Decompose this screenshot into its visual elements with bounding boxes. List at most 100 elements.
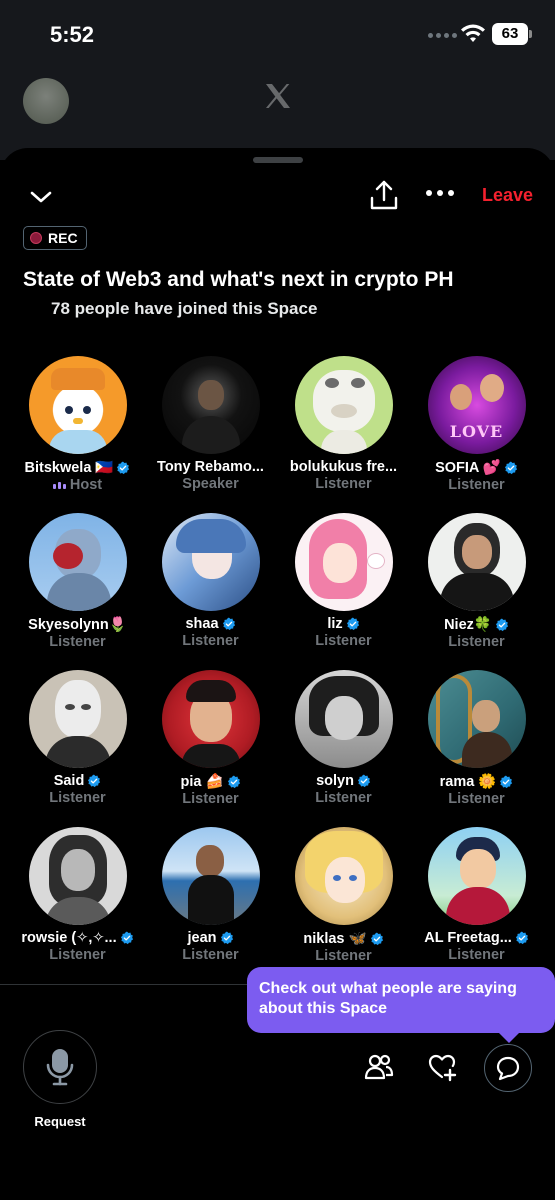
participant-tile[interactable]: LOVE SOFIA 💕 Listener	[410, 356, 543, 493]
avatar	[294, 670, 393, 768]
participant-name: liz	[327, 616, 343, 632]
participant-tile[interactable]: pia 🍰 Listener	[144, 670, 277, 807]
avatar	[161, 670, 260, 768]
verified-icon	[515, 931, 528, 945]
verified-icon	[500, 775, 513, 788]
participant-tile[interactable]: rama 🌼 Listener	[410, 670, 543, 807]
participant-name: Tony Rebamo...	[157, 459, 264, 475]
leave-button[interactable]: Leave	[482, 185, 533, 206]
rec-badge: REC	[23, 226, 87, 250]
heart-plus-icon[interactable]	[420, 1045, 464, 1089]
participant-tile[interactable]: Bitskwela 🇵🇭 Host	[11, 356, 144, 493]
avatar	[28, 356, 127, 454]
participant-role: Host	[69, 477, 103, 493]
participant-tile[interactable]: Tony Rebamo... Speaker	[144, 356, 277, 492]
status-bar: 5:52 63	[0, 0, 555, 70]
verified-icon	[370, 932, 383, 945]
sheet-grabber[interactable]	[253, 157, 303, 163]
record-icon	[30, 232, 42, 244]
avatar	[427, 827, 526, 925]
avatar	[161, 827, 260, 925]
verified-icon	[357, 774, 371, 788]
participant-role: Listener	[448, 477, 505, 493]
avatar	[23, 78, 69, 124]
participant-role: Listener	[49, 634, 106, 650]
verified-icon	[220, 931, 233, 945]
participant-name: Bitskwela 🇵🇭	[24, 460, 114, 476]
avatar	[28, 513, 127, 611]
participant-tile[interactable]: solyn Listener	[277, 670, 410, 806]
avatar	[28, 670, 127, 768]
participant-tile[interactable]: liz Listener	[277, 513, 410, 649]
microphone-icon	[46, 1049, 74, 1086]
avatar	[294, 513, 393, 611]
verified-icon	[504, 461, 517, 474]
avatar	[294, 827, 393, 925]
rec-label: REC	[48, 230, 78, 246]
participant-tile[interactable]: Niez🍀 Listener	[410, 513, 543, 650]
participant-role: Listener	[182, 633, 239, 649]
participant-tile[interactable]: Skyesolynn🌷 Listener	[11, 513, 144, 650]
chat-tooltip[interactable]: Check out what people are saying about t…	[247, 967, 555, 1043]
host-icon	[52, 481, 66, 489]
participant-tile[interactable]: shaa Listener	[144, 513, 277, 649]
participant-role: Listener	[448, 791, 505, 807]
x-logo-icon	[266, 84, 290, 108]
verified-icon	[346, 617, 359, 631]
more-icon[interactable]	[426, 190, 454, 196]
participant-role: Listener	[182, 791, 239, 807]
avatar	[427, 513, 526, 611]
participant-name: rowsie (✧,✧...	[21, 930, 117, 946]
participant-role: Listener	[49, 790, 106, 806]
people-icon[interactable]	[357, 1045, 401, 1089]
battery-indicator: 63	[492, 23, 532, 45]
participant-tile[interactable]: niklas 🦋 Listener	[277, 827, 410, 964]
share-icon[interactable]	[366, 178, 402, 214]
chat-button[interactable]	[484, 1044, 532, 1092]
participant-name: shaa	[185, 616, 219, 632]
participant-name: rama 🌼	[439, 774, 497, 790]
participant-name: AL Freetag...	[424, 930, 512, 946]
participant-tile[interactable]: rowsie (✧,✧... Listener	[11, 827, 144, 963]
avatar	[161, 513, 260, 611]
participant-tile[interactable]: jean Listener	[144, 827, 277, 963]
avatar	[161, 356, 260, 454]
participant-role: Listener	[315, 476, 372, 492]
avatar	[427, 670, 526, 768]
space-title: State of Web3 and what's next in crypto …	[23, 268, 454, 291]
space-sheet: Leave REC State of Web3 and what's next …	[0, 148, 555, 1200]
signal-icon	[428, 33, 457, 38]
participant-role: Listener	[315, 633, 372, 649]
participant-name: Niez🍀	[444, 617, 492, 633]
participant-role: Listener	[315, 790, 372, 806]
participant-name: pia 🍰	[180, 774, 224, 790]
participant-tile[interactable]: bolukukus fre... Listener	[277, 356, 410, 492]
participant-name: SOFIA 💕	[435, 460, 501, 476]
verified-icon	[227, 775, 240, 788]
participant-role: Listener	[315, 948, 372, 964]
participant-role: Listener	[448, 947, 505, 963]
background-header	[0, 70, 555, 160]
participant-name: Skyesolynn🌷	[28, 617, 127, 633]
chat-icon	[496, 1056, 520, 1081]
joined-count: 78 people have joined this Space	[51, 299, 318, 318]
participant-name: Said	[53, 773, 85, 789]
request-mic-button[interactable]	[23, 1030, 97, 1104]
participant-role: Listener	[448, 634, 505, 650]
participant-tile[interactable]: Said Listener	[11, 670, 144, 806]
request-label: Request	[34, 1114, 86, 1129]
participant-role: Listener	[182, 947, 239, 963]
chevron-down-icon[interactable]	[24, 180, 58, 214]
wifi-icon	[461, 24, 485, 42]
avatar	[28, 827, 127, 925]
participant-tile[interactable]: AL Freetag... Listener	[410, 827, 543, 963]
participant-name: solyn	[316, 773, 354, 789]
participant-name: bolukukus fre...	[289, 459, 398, 475]
participant-role: Speaker	[182, 476, 239, 492]
participant-role: Listener	[49, 947, 106, 963]
avatar	[294, 356, 393, 454]
verified-icon	[495, 618, 509, 631]
verified-icon	[222, 617, 235, 631]
participant-name: niklas 🦋	[303, 931, 367, 947]
avatar: LOVE	[427, 356, 526, 454]
